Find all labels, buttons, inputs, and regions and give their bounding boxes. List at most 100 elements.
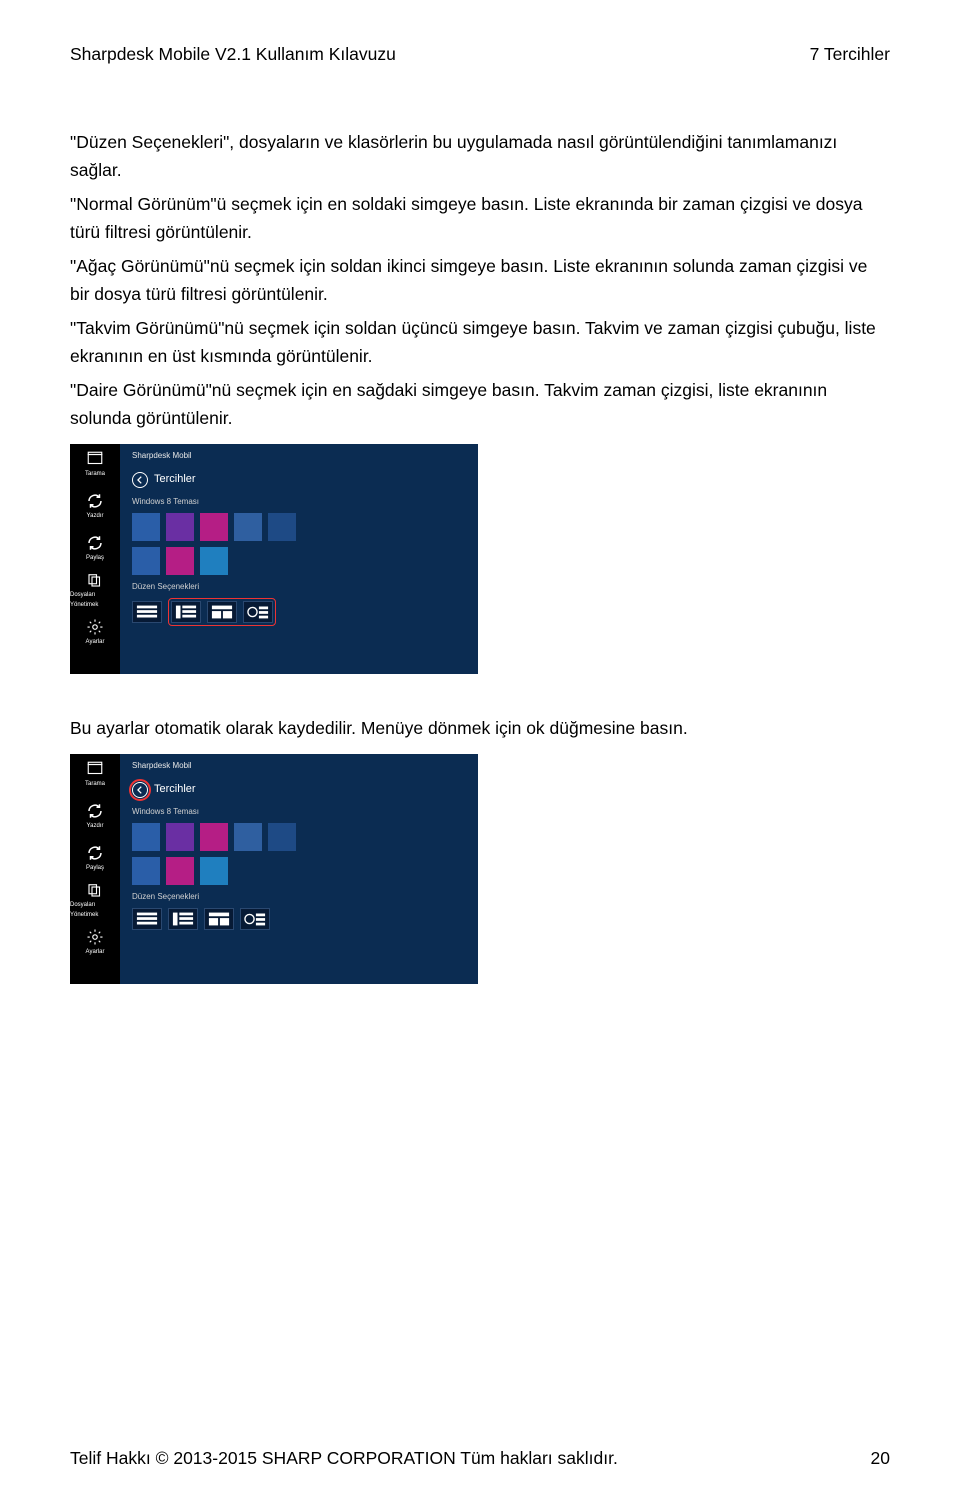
ss-titlebar: Tercihler xyxy=(132,471,466,489)
sidebar-share[interactable]: Paylaş xyxy=(70,528,120,570)
layout-circle[interactable] xyxy=(240,908,270,930)
tree-icon xyxy=(172,911,194,927)
back-button-highlighted[interactable] xyxy=(132,782,148,798)
sidebar-label: Ayarlar xyxy=(86,948,105,958)
scanner-icon xyxy=(86,760,104,778)
ss-main: Sharpdesk Mobil Tercihler Windows 8 Tema… xyxy=(120,754,478,984)
paragraph-1: "Düzen Seçenekleri", dosyaların ve klasö… xyxy=(70,128,890,184)
theme-swatch[interactable] xyxy=(132,547,160,575)
sidebar-label: Ayarlar xyxy=(86,638,105,648)
layout-circle[interactable] xyxy=(243,601,273,623)
refresh-icon xyxy=(86,492,104,510)
theme-section-label: Windows 8 Teması xyxy=(132,496,466,509)
circle-icon xyxy=(247,604,269,620)
share-icon xyxy=(86,844,104,862)
layout-section-label: Düzen Seçenekleri xyxy=(132,581,466,594)
layout-section-label: Düzen Seçenekleri xyxy=(132,891,466,904)
list-icon xyxy=(136,911,158,927)
layout-normal[interactable] xyxy=(132,908,162,930)
files-icon xyxy=(86,881,104,899)
sidebar-label: Yazdır xyxy=(87,512,104,522)
theme-swatch[interactable] xyxy=(132,513,160,541)
theme-swatch[interactable] xyxy=(234,513,262,541)
paragraph-5: "Daire Görünümü"nü seçmek için en sağdak… xyxy=(70,376,890,432)
ss-sidebar: Tarama Yazdır Paylaş Dosyaları Yönetimek… xyxy=(70,754,120,984)
layout-calendar[interactable] xyxy=(207,601,237,623)
theme-swatch[interactable] xyxy=(200,857,228,885)
layout-options xyxy=(132,598,466,626)
theme-swatch[interactable] xyxy=(166,547,194,575)
theme-swatch[interactable] xyxy=(166,823,194,851)
sidebar-files[interactable]: Dosyaları Yönetimek xyxy=(70,570,120,612)
footer-copyright: Telif Hakkı © 2013-2015 SHARP CORPORATIO… xyxy=(70,1444,618,1472)
sidebar-label: Paylaş xyxy=(86,554,104,564)
ss-appname: Sharpdesk Mobil xyxy=(132,450,466,463)
share-icon xyxy=(86,534,104,552)
header-left: Sharpdesk Mobile V2.1 Kullanım Kılavuzu xyxy=(70,40,396,68)
theme-swatch[interactable] xyxy=(200,513,228,541)
layout-options xyxy=(132,908,466,930)
paragraph-2: "Normal Görünüm"ü seçmek için en soldaki… xyxy=(70,190,890,246)
theme-swatches-row1 xyxy=(132,823,466,851)
theme-swatch[interactable] xyxy=(166,513,194,541)
sidebar-share[interactable]: Paylaş xyxy=(70,838,120,880)
sidebar-settings[interactable]: Ayarlar xyxy=(70,612,120,654)
sidebar-print[interactable]: Yazdır xyxy=(70,796,120,838)
layout-highlight-group xyxy=(168,598,276,626)
page-header: Sharpdesk Mobile V2.1 Kullanım Kılavuzu … xyxy=(70,40,890,68)
layout-normal[interactable] xyxy=(132,601,162,623)
back-button[interactable] xyxy=(132,472,148,488)
sidebar-label: Tarama xyxy=(85,470,105,480)
theme-swatch[interactable] xyxy=(132,823,160,851)
scanner-icon xyxy=(86,450,104,468)
ss-title: Tercihler xyxy=(154,781,196,799)
sidebar-label: Tarama xyxy=(85,780,105,790)
theme-swatches-row2 xyxy=(132,547,466,575)
theme-swatch[interactable] xyxy=(132,857,160,885)
theme-swatch[interactable] xyxy=(268,823,296,851)
theme-swatch[interactable] xyxy=(200,823,228,851)
sidebar-settings[interactable]: Ayarlar xyxy=(70,922,120,964)
theme-swatches-row2 xyxy=(132,857,466,885)
ss-sidebar: Tarama Yazdır Paylaş Dosyaları Yönetimek… xyxy=(70,444,120,674)
theme-swatch[interactable] xyxy=(234,823,262,851)
circle-icon xyxy=(244,911,266,927)
theme-section-label: Windows 8 Teması xyxy=(132,806,466,819)
paragraph-6: Bu ayarlar otomatik olarak kaydedilir. M… xyxy=(70,714,890,742)
files-icon xyxy=(86,571,104,589)
calendar-icon xyxy=(208,911,230,927)
paragraph-4: "Takvim Görünümü"nü seçmek için soldan ü… xyxy=(70,314,890,370)
refresh-icon xyxy=(86,802,104,820)
gear-icon xyxy=(86,618,104,636)
ss-appname: Sharpdesk Mobil xyxy=(132,760,466,773)
sidebar-label: Yazdır xyxy=(87,822,104,832)
body-content: "Düzen Seçenekleri", dosyaların ve klasö… xyxy=(70,128,890,984)
theme-swatches-row1 xyxy=(132,513,466,541)
layout-calendar[interactable] xyxy=(204,908,234,930)
sidebar-label: Dosyaları Yönetimek xyxy=(70,591,120,610)
tree-icon xyxy=(175,604,197,620)
layout-tree[interactable] xyxy=(171,601,201,623)
ss-title: Tercihler xyxy=(154,471,196,489)
arrow-left-icon xyxy=(135,475,145,485)
sidebar-label: Paylaş xyxy=(86,864,104,874)
paragraph-3: "Ağaç Görünümü"nü seçmek için soldan iki… xyxy=(70,252,890,308)
sidebar-files[interactable]: Dosyaları Yönetimek xyxy=(70,880,120,922)
header-right: 7 Tercihler xyxy=(810,40,890,68)
theme-swatch[interactable] xyxy=(200,547,228,575)
footer-page-number: 20 xyxy=(871,1444,890,1472)
sidebar-label: Dosyaları Yönetimek xyxy=(70,901,120,920)
list-icon xyxy=(136,604,158,620)
gear-icon xyxy=(86,928,104,946)
theme-swatch[interactable] xyxy=(268,513,296,541)
sidebar-print[interactable]: Yazdır xyxy=(70,486,120,528)
arrow-left-icon xyxy=(135,785,145,795)
page-footer: Telif Hakkı © 2013-2015 SHARP CORPORATIO… xyxy=(70,1444,890,1472)
screenshot-preferences-1: Tarama Yazdır Paylaş Dosyaları Yönetimek… xyxy=(70,444,478,674)
screenshot-preferences-2: Tarama Yazdır Paylaş Dosyaları Yönetimek… xyxy=(70,754,478,984)
theme-swatch[interactable] xyxy=(166,857,194,885)
sidebar-scan[interactable]: Tarama xyxy=(70,754,120,796)
sidebar-scan[interactable]: Tarama xyxy=(70,444,120,486)
ss-main: Sharpdesk Mobil Tercihler Windows 8 Tema… xyxy=(120,444,478,674)
layout-tree[interactable] xyxy=(168,908,198,930)
